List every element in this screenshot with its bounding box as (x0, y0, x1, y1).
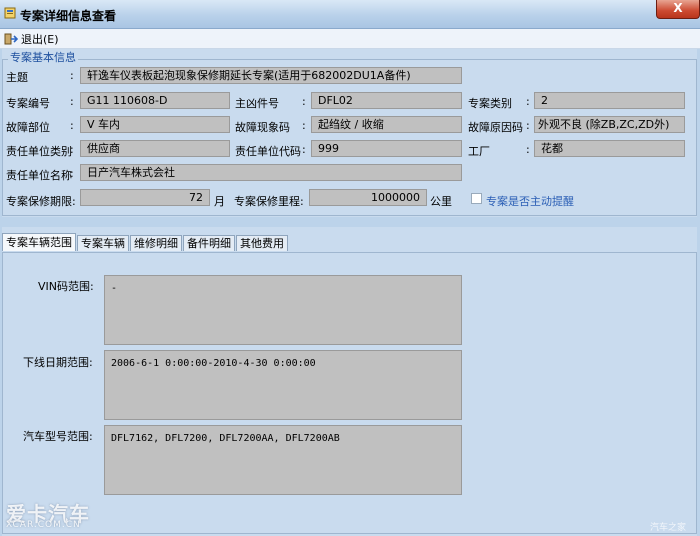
offline-date-range-field[interactable]: 2006-6-1 0:00:00-2010-4-30 0:00:00 (104, 350, 462, 420)
topic-colon: : (70, 69, 74, 82)
fault-location-field[interactable]: V 车内 (80, 116, 230, 133)
warranty-mileage-unit: 公里 (430, 195, 452, 208)
factory-field[interactable]: 花都 (534, 140, 685, 157)
resp-unit-type-field[interactable]: 供应商 (80, 140, 230, 157)
resp-unit-code-label: 责任单位代码 (235, 145, 301, 158)
auto-remind-checkbox[interactable] (471, 193, 482, 204)
vin-range-field[interactable]: - (104, 275, 462, 345)
case-type-field[interactable]: 2 (534, 92, 685, 109)
warranty-period-label: 专案保修期限: (6, 195, 76, 208)
fault-cause-label: 故障原因码 (468, 121, 523, 134)
warranty-period-unit: 月 (214, 195, 225, 208)
resp-unit-type-colon: : (70, 143, 74, 156)
fault-symptom-colon: : (302, 119, 306, 132)
menu-bar: 退出(E) (0, 29, 700, 49)
factory-label: 工厂 (468, 145, 490, 158)
resp-unit-name-colon: : (70, 167, 74, 180)
case-no-field[interactable]: G11 110608-D (80, 92, 230, 109)
app-icon (4, 7, 16, 19)
topic-label: 主题 (6, 71, 28, 84)
fault-location-label: 故障部位 (6, 121, 50, 134)
offline-date-range-label: 下线日期范围: (23, 356, 93, 369)
main-part-field[interactable]: DFL02 (311, 92, 462, 109)
close-button[interactable]: X (656, 0, 700, 19)
fault-cause-colon: : (526, 119, 530, 132)
window-title: 专案详细信息查看 (20, 9, 117, 23)
resp-unit-type-label: 责任单位类别 (6, 145, 72, 158)
auto-remind-label[interactable]: 专案是否主动提醒 (486, 193, 574, 209)
tab-strip: 专案车辆范围 专案车辆 维修明细 备件明细 其他费用 (2, 233, 289, 252)
model-range-label: 汽车型号范围: (23, 430, 93, 443)
case-no-colon: : (70, 95, 74, 108)
resp-unit-code-field[interactable]: 999 (311, 140, 462, 157)
tab-parts-details[interactable]: 备件明细 (183, 235, 235, 251)
watermark-logo: 爱卡汽车 XCAR.COM.CN (2, 498, 142, 534)
topic-field[interactable]: 轩逸车仪表板起泡现象保修期延长专案(适用于682002DU1A备件) (80, 67, 462, 84)
group-legend: 专案基本信息 (8, 49, 78, 65)
title-bar: 专案详细信息查看 X (0, 0, 700, 29)
warranty-mileage-field[interactable]: 1000000 (309, 189, 427, 206)
exit-icon (4, 33, 18, 44)
resp-unit-name-field[interactable]: 日产汽车株式会社 (80, 164, 462, 181)
resp-unit-name-label: 责任单位名称 (6, 169, 72, 182)
resp-unit-code-colon: : (302, 143, 306, 156)
tab-other-costs[interactable]: 其他费用 (236, 235, 288, 251)
factory-colon: : (526, 143, 530, 156)
vin-range-label: VIN码范围: (38, 280, 94, 293)
tab-repair-details[interactable]: 维修明细 (130, 235, 182, 251)
basic-info-panel: 专案基本信息 主题 : 轩逸车仪表板起泡现象保修期延长专案(适用于682002D… (2, 49, 697, 217)
warranty-mileage-label: 专案保修里程: (234, 195, 304, 208)
fault-cause-field[interactable]: 外观不良 (除ZB,ZC,ZD外) (534, 116, 685, 133)
fault-location-colon: : (70, 119, 74, 132)
model-range-field[interactable]: DFL7162, DFL7200, DFL7200AA, DFL7200AB (104, 425, 462, 495)
case-type-colon: : (526, 95, 530, 108)
watermark-sub: XCAR.COM.CN (6, 520, 81, 530)
main-part-colon: : (302, 95, 306, 108)
tab-vehicles[interactable]: 专案车辆 (77, 235, 129, 251)
watermark-right: 汽车之家 (650, 523, 687, 533)
case-no-label: 专案编号 (6, 97, 50, 110)
warranty-period-field[interactable]: 72 (80, 189, 210, 206)
tabs-area: 专案车辆范围 专案车辆 维修明细 备件明细 其他费用 VIN码范围: - 下线日… (2, 227, 697, 536)
exit-menu-item[interactable]: 退出(E) (4, 31, 59, 46)
tab-vehicle-range[interactable]: 专案车辆范围 (2, 233, 76, 251)
main-part-label: 主凶件号 (235, 97, 279, 110)
fault-symptom-field[interactable]: 起绉纹 / 收缩 (311, 116, 462, 133)
case-type-label: 专案类别 (468, 97, 512, 110)
exit-label: 退出(E) (21, 32, 59, 46)
fault-symptom-label: 故障现象码 (235, 121, 290, 134)
